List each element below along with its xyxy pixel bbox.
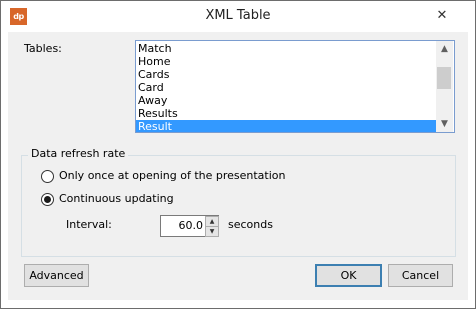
cancel-button[interactable]: Cancel — [388, 264, 453, 287]
radio-continuous[interactable] — [41, 193, 54, 206]
title-bar[interactable]: dp XML Table ✕ — [1, 1, 475, 32]
list-item[interactable]: Card — [136, 81, 438, 94]
dialog-title: XML Table — [205, 8, 271, 23]
interval-stepper[interactable]: 60.0 ▲ ▼ — [160, 215, 219, 237]
spin-down-icon[interactable]: ▼ — [205, 226, 219, 237]
scrollbar-thumb[interactable] — [437, 67, 451, 89]
seconds-label: seconds — [228, 218, 273, 231]
radio-once[interactable] — [41, 170, 54, 183]
dialog-body: Tables: Match Home Cards Card Away Resul… — [8, 32, 468, 300]
refresh-rate-group-title: Data refresh rate — [28, 147, 129, 160]
ok-button[interactable]: OK — [315, 264, 382, 287]
list-item-selected[interactable]: Result — [136, 120, 438, 132]
tables-label: Tables: — [24, 42, 62, 55]
list-item[interactable]: Results — [136, 107, 438, 120]
chevron-up-icon[interactable]: ▲ — [436, 41, 453, 57]
list-item[interactable]: Home — [136, 55, 438, 68]
stepper-buttons: ▲ ▼ — [205, 216, 219, 237]
chevron-down-icon[interactable]: ▼ — [436, 116, 453, 132]
list-item[interactable]: Cards — [136, 68, 438, 81]
radio-continuous-label[interactable]: Continuous updating — [59, 192, 174, 205]
advanced-button[interactable]: Advanced — [24, 264, 89, 287]
tables-listbox[interactable]: Match Home Cards Card Away Results Resul… — [135, 40, 455, 133]
interval-label: Interval: — [66, 218, 112, 231]
radio-once-label[interactable]: Only once at opening of the presentation — [59, 169, 286, 182]
xml-table-dialog: dp XML Table ✕ Tables: Match Home Cards … — [0, 0, 476, 309]
vertical-scrollbar[interactable]: ▲ ▼ — [436, 41, 453, 132]
list-item[interactable]: Away — [136, 94, 438, 107]
interval-value[interactable]: 60.0 — [163, 219, 204, 232]
close-icon[interactable]: ✕ — [433, 7, 451, 25]
list-item[interactable]: Match — [136, 42, 438, 55]
